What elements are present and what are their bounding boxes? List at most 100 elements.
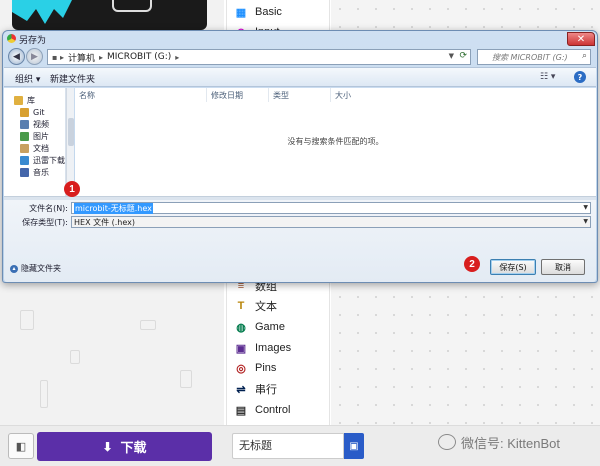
navigation-scrollbar[interactable]	[66, 88, 74, 196]
toolbox-category[interactable]: ▦ Basic	[235, 2, 282, 22]
toolbox-category-label: Game	[255, 321, 285, 333]
command-bar: 组织 ▾ 新建文件夹 ☷ ▾ ?	[4, 67, 596, 87]
file-list[interactable]: 名称 修改日期 类型 大小 没有与搜索条件匹配的项。	[75, 88, 596, 196]
watermark: 微信号: KittenBot	[438, 432, 560, 452]
step-badge-2: 2	[464, 256, 480, 272]
toolbox-category-label: 串行	[255, 384, 277, 396]
cancel-button[interactable]: 取消	[541, 259, 585, 275]
organize-menu[interactable]: 组织 ▾	[15, 72, 40, 85]
forward-button[interactable]: ▶	[26, 48, 43, 65]
nav-item-label: 图片	[33, 131, 49, 141]
filename-value: microbit-无标题.hex	[74, 202, 153, 214]
save-project-button[interactable]: ▣	[344, 433, 364, 459]
new-folder-button[interactable]: 新建文件夹	[50, 72, 95, 85]
filetype-select[interactable]: HEX 文件 (.hex) ▼	[71, 216, 591, 228]
toolbox-category-label: Basic	[255, 6, 282, 18]
chevron-down-icon[interactable]: ▼	[583, 204, 588, 211]
search-input[interactable]: 搜索 MICROBIT (G:) ⌕	[477, 49, 591, 65]
arrow-right-icon: ▶	[31, 51, 38, 62]
toolbox-category[interactable]: ⇌ 串行	[235, 379, 277, 399]
nav-item-label: 视频	[33, 119, 49, 129]
project-name-input[interactable]: 无标题	[232, 433, 344, 459]
folder-icon	[20, 119, 29, 129]
back-button[interactable]: ◀	[8, 48, 25, 65]
filename-label: 文件名(N):	[29, 204, 68, 213]
text-icon: T	[237, 300, 245, 312]
nav-item-label: Git	[33, 107, 45, 117]
nav-item[interactable]: Git	[20, 106, 45, 118]
save-fields: 文件名(N): microbit-无标题.hex ▼ 保存类型(T): HEX …	[4, 200, 596, 282]
watermark-text: 微信号: KittenBot	[461, 435, 560, 451]
help-icon[interactable]: ?	[574, 71, 586, 83]
chevron-down-icon[interactable]: ▼	[583, 218, 588, 225]
chevron-down-icon[interactable]: ▼	[449, 52, 454, 60]
background-pattern	[0, 280, 224, 425]
download-icon: ⬇	[102, 439, 113, 454]
chevron-right-icon: ▸	[175, 52, 180, 62]
computer-icon: ▪ ▸	[52, 52, 64, 62]
toolbox-category[interactable]: T 文本	[235, 296, 277, 316]
toolbox-category-label: Control	[255, 404, 291, 416]
toolbox-category[interactable]: ◎ Pins	[235, 358, 276, 378]
nav-item[interactable]: 视频	[20, 118, 49, 130]
grid-icon: ▦	[235, 6, 247, 19]
dialog-title: 另存为	[19, 36, 47, 46]
project-name-value: 无标题	[239, 440, 272, 452]
floppy-icon: ▣	[349, 440, 359, 452]
toolbox-category[interactable]: ▣ Images	[235, 338, 291, 358]
filetype-value: HEX 文件 (.hex)	[74, 217, 136, 227]
column-size[interactable]: 大小	[331, 88, 393, 102]
toolbox-category-label: Pins	[255, 362, 277, 374]
search-placeholder: 搜索 MICROBIT (G:)	[492, 52, 568, 62]
filename-input[interactable]: microbit-无标题.hex ▼	[71, 202, 591, 214]
folder-icon	[20, 131, 29, 141]
toolbox-category-label: Images	[255, 342, 292, 354]
hide-folders-toggle[interactable]: ▴ 隐藏文件夹	[10, 263, 61, 274]
collapse-simulator-button[interactable]: ◧	[8, 433, 34, 459]
arrow-left-icon: ◀	[13, 51, 20, 62]
column-name[interactable]: 名称	[75, 88, 207, 102]
image-icon: ▣	[235, 342, 247, 355]
chevron-right-icon: ▸	[99, 52, 104, 62]
nav-item[interactable]: 文档	[20, 142, 49, 154]
nav-item-label: 迅雷下载	[33, 155, 65, 165]
download-button[interactable]: ⬇ 下载	[37, 432, 212, 461]
navigation-pane: 库Git视频图片文档迅雷下载音乐家庭组	[4, 88, 66, 196]
download-label: 下载	[120, 440, 147, 455]
toolbox-category[interactable]: ◍ Game	[235, 317, 285, 337]
folder-icon	[20, 143, 29, 153]
microbit-simulator[interactable]	[12, 0, 207, 30]
nav-item-label: 音乐	[33, 167, 49, 177]
close-icon: ✕	[576, 33, 586, 45]
nav-item[interactable]: 迅雷下载	[20, 154, 65, 166]
gamepad-icon: ◍	[236, 321, 246, 334]
view-options-icon[interactable]: ☷ ▾	[540, 72, 555, 82]
board-decoration	[12, 0, 72, 24]
filetype-label: 保存类型(T):	[22, 218, 68, 227]
save-button[interactable]: 保存(S)	[490, 259, 536, 275]
nav-item[interactable]: 图片	[20, 130, 49, 142]
board-pin	[112, 0, 152, 12]
search-icon: ⌕	[581, 51, 587, 61]
scroll-thumb[interactable]	[68, 118, 74, 146]
refresh-icon[interactable]: ⟳	[459, 51, 467, 61]
folder-icon	[20, 155, 29, 165]
pin-icon: ◎	[236, 362, 246, 375]
save-as-dialog: 另存为 ✕ ◀ ▶ ▪ ▸ 计算机 ▸ MICROBIT (G:) ▸ ▼ ⟳ …	[2, 30, 598, 283]
close-button[interactable]: ✕	[567, 32, 595, 46]
empty-message: 没有与搜索条件匹配的项。	[287, 137, 384, 146]
folder-icon	[20, 107, 29, 117]
column-modified[interactable]: 修改日期	[207, 88, 269, 102]
toolbox-category-label: 文本	[255, 301, 277, 313]
toolbox-category[interactable]: ▤ Control	[235, 400, 291, 420]
folder-icon	[20, 167, 29, 177]
nav-item[interactable]: 音乐	[20, 166, 49, 178]
nav-item[interactable]: 库	[14, 94, 35, 106]
column-type[interactable]: 类型	[269, 88, 331, 102]
usb-icon: ⇌	[236, 383, 246, 396]
address-bar[interactable]: ▪ ▸ 计算机 ▸ MICROBIT (G:) ▸ ▼ ⟳	[47, 49, 471, 65]
nav-item-label: 文档	[33, 143, 49, 153]
hide-folders-label: 隐藏文件夹	[21, 264, 61, 273]
breadcrumb-drive[interactable]: MICROBIT (G:)	[107, 52, 171, 62]
breadcrumb-computer[interactable]: 计算机	[68, 51, 95, 64]
